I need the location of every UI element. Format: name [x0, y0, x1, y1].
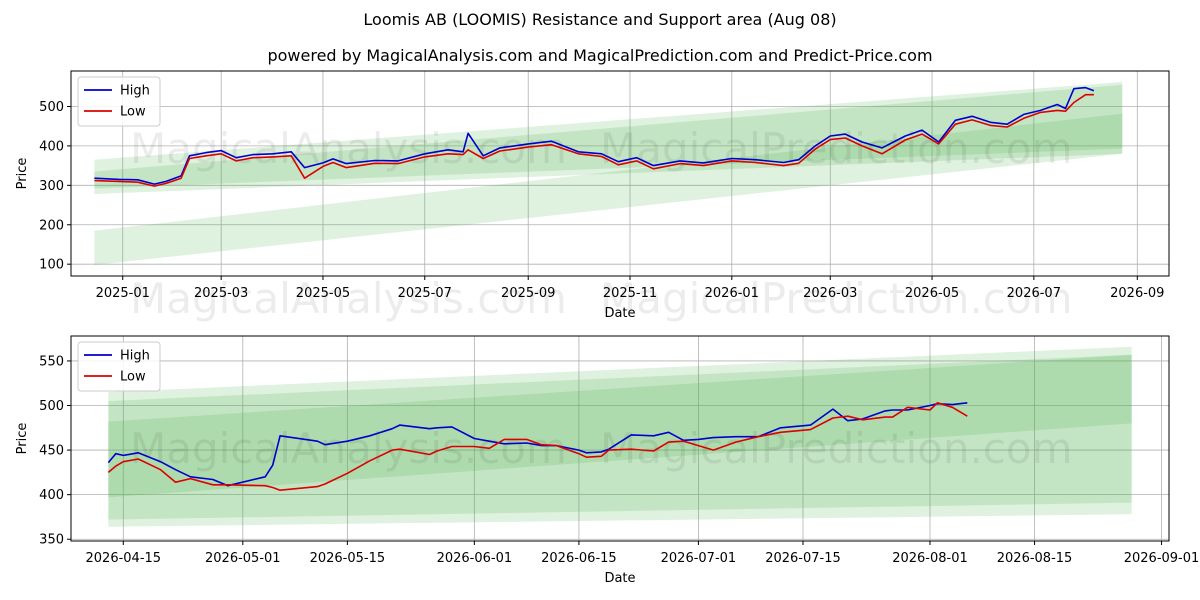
watermark-text: MagicalAnalysis.com	[130, 424, 567, 473]
x-tick-label: 2026-05-01	[205, 551, 281, 566]
x-tick-label: 2026-08-15	[997, 551, 1073, 566]
y-tick-label: 550	[39, 354, 64, 369]
watermark-text: MagicalPrediction.com	[600, 424, 1073, 473]
x-tick-label: 2026-07	[1007, 286, 1061, 301]
y-tick-label: 400	[39, 488, 64, 503]
x-tick-label: 2026-03	[803, 286, 857, 301]
x-tick-label: 2026-09	[1110, 286, 1164, 301]
y-tick-label: 350	[39, 533, 64, 548]
x-tick-label: 2026-09-01	[1124, 551, 1200, 566]
y-tick-label: 400	[39, 139, 64, 154]
panel-1: MagicalAnalysis.com MagicalPrediction.com…	[15, 70, 1170, 323]
x-tick-label: 2026-08-01	[892, 551, 968, 566]
support-resistance-bands	[94, 82, 1123, 265]
y-tick-label: 300	[39, 179, 64, 194]
x-tick-label: 2026-04-15	[86, 551, 162, 566]
x-tick-label: 2026-05-15	[310, 551, 386, 566]
y-tick-label: 450	[39, 444, 64, 459]
y-tick-label: 200	[39, 218, 64, 233]
y-tick-label: 500	[39, 100, 64, 115]
legend-label-low: Low	[120, 105, 146, 120]
x-tick-label: 2025-09	[501, 286, 555, 301]
x-tick-label: 2025-01	[96, 286, 150, 301]
legend-label-low: Low	[120, 370, 146, 385]
x-axis-label: Date	[604, 571, 635, 586]
x-tick-label: 2025-03	[194, 286, 248, 301]
x-tick-label: 2026-05	[905, 286, 959, 301]
y-axis-label: Price	[15, 423, 30, 455]
y-tick-label: 500	[39, 399, 64, 414]
panel-2: MagicalAnalysis.com MagicalPrediction.com…	[15, 335, 1200, 586]
x-axis-label: Date	[604, 306, 635, 321]
y-axis-label: Price	[15, 158, 30, 190]
chart-canvas: MagicalAnalysis.com MagicalPrediction.com…	[15, 70, 1200, 586]
x-tick-label: 2026-06-15	[541, 551, 617, 566]
y-tick-label: 100	[39, 258, 64, 273]
x-tick-label: 2026-06-01	[437, 551, 513, 566]
x-tick-label: 2026-07-15	[765, 551, 841, 566]
x-tick-label: 2025-05	[296, 286, 350, 301]
x-tick-label: 2026-01	[705, 286, 759, 301]
x-tick-label: 2025-07	[398, 286, 452, 301]
x-tick-label: 2026-07-01	[661, 551, 737, 566]
x-tick-label: 2025-11	[603, 286, 657, 301]
legend-label-high: High	[120, 349, 150, 364]
legend-label-high: High	[120, 84, 150, 99]
